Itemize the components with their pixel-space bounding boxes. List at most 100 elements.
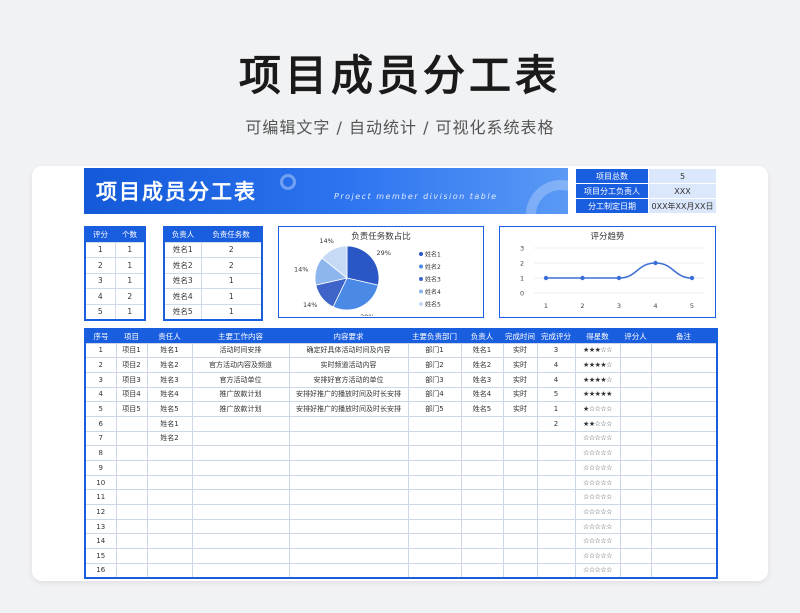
table-cell[interactable] <box>619 489 652 506</box>
table-cell[interactable]: 实时 <box>502 401 538 417</box>
star-rating[interactable]: ☆☆☆☆☆ <box>574 548 621 564</box>
table-cell[interactable]: 姓名2 <box>163 257 202 274</box>
table-cell[interactable] <box>650 371 718 388</box>
table-cell[interactable]: 2 <box>536 415 576 432</box>
table-cell[interactable] <box>407 460 462 476</box>
table-cell[interactable]: 安排好推广的播放时间及时长安排 <box>288 386 409 403</box>
star-rating[interactable]: ★☆☆☆☆ <box>574 401 621 417</box>
table-cell[interactable]: 项目2 <box>115 357 148 373</box>
table-cell[interactable]: 姓名3 <box>460 371 504 388</box>
table-cell[interactable] <box>536 518 576 535</box>
table-cell[interactable] <box>619 357 652 373</box>
table-cell[interactable]: 7 <box>84 430 117 447</box>
table-cell[interactable] <box>191 518 290 535</box>
table-cell[interactable]: 活动时间安排 <box>191 342 290 359</box>
table-cell[interactable] <box>407 548 462 564</box>
table-cell[interactable] <box>619 474 652 491</box>
table-cell[interactable] <box>115 504 148 520</box>
table-cell[interactable] <box>146 533 193 550</box>
star-rating[interactable]: ★★☆☆☆ <box>574 415 621 432</box>
table-cell[interactable] <box>650 386 718 403</box>
table-cell[interactable] <box>650 562 718 579</box>
table-cell[interactable] <box>650 518 718 535</box>
table-cell[interactable] <box>502 533 538 550</box>
table-cell[interactable]: 姓名3 <box>146 371 193 388</box>
table-cell[interactable] <box>191 562 290 579</box>
table-cell[interactable] <box>146 445 193 461</box>
table-cell[interactable]: 安排好推广的播放时间及时长安排 <box>288 401 409 417</box>
table-cell[interactable]: 1 <box>84 342 117 359</box>
table-cell[interactable] <box>146 489 193 506</box>
table-cell[interactable] <box>502 460 538 476</box>
table-cell[interactable] <box>460 430 504 447</box>
table-cell[interactable]: 官方活动单位 <box>191 371 290 388</box>
table-cell[interactable] <box>407 533 462 550</box>
table-cell[interactable] <box>460 445 504 461</box>
table-cell[interactable] <box>191 489 290 506</box>
table-cell[interactable] <box>146 548 193 564</box>
star-rating[interactable]: ☆☆☆☆☆ <box>574 445 621 461</box>
table-cell[interactable] <box>460 489 504 506</box>
table-cell[interactable]: 14 <box>84 533 117 550</box>
table-cell[interactable] <box>407 445 462 461</box>
table-cell[interactable] <box>460 415 504 432</box>
table-cell[interactable] <box>191 460 290 476</box>
table-cell[interactable] <box>288 504 409 520</box>
table-cell[interactable] <box>460 504 504 520</box>
table-cell[interactable] <box>460 533 504 550</box>
table-cell[interactable] <box>407 562 462 579</box>
star-rating[interactable]: ☆☆☆☆☆ <box>574 489 621 506</box>
table-cell[interactable] <box>619 562 652 579</box>
table-cell[interactable] <box>536 533 576 550</box>
table-cell[interactable]: 5 <box>536 386 576 403</box>
table-cell[interactable]: 13 <box>84 518 117 535</box>
table-cell[interactable] <box>115 415 148 432</box>
info-value[interactable]: 5 <box>648 168 717 184</box>
table-cell[interactable] <box>502 415 538 432</box>
table-cell[interactable] <box>288 460 409 476</box>
table-cell[interactable]: 16 <box>84 562 117 579</box>
info-value[interactable]: XXX <box>648 183 717 199</box>
table-cell[interactable]: 2 <box>200 241 263 258</box>
table-cell[interactable] <box>536 489 576 506</box>
star-rating[interactable]: ★★★☆☆ <box>574 342 621 359</box>
table-cell[interactable]: 姓名4 <box>163 288 202 305</box>
table-cell[interactable] <box>115 518 148 535</box>
table-cell[interactable] <box>502 518 538 535</box>
table-cell[interactable] <box>288 489 409 506</box>
table-cell[interactable] <box>536 474 576 491</box>
table-cell[interactable]: 9 <box>84 460 117 476</box>
table-cell[interactable]: 4 <box>84 288 116 305</box>
table-cell[interactable] <box>536 504 576 520</box>
table-cell[interactable]: 姓名2 <box>146 430 193 447</box>
table-cell[interactable] <box>619 401 652 417</box>
table-cell[interactable]: 8 <box>84 445 117 461</box>
table-cell[interactable] <box>191 430 290 447</box>
table-cell[interactable] <box>502 562 538 579</box>
table-cell[interactable] <box>288 548 409 564</box>
table-cell[interactable]: 安排好官方活动的单位 <box>288 371 409 388</box>
table-cell[interactable]: 姓名1 <box>163 241 202 258</box>
table-cell[interactable] <box>146 562 193 579</box>
table-cell[interactable]: 1 <box>114 303 146 320</box>
table-cell[interactable] <box>407 504 462 520</box>
table-cell[interactable]: 1 <box>200 272 263 289</box>
table-cell[interactable] <box>619 386 652 403</box>
table-cell[interactable] <box>288 415 409 432</box>
table-cell[interactable] <box>502 445 538 461</box>
table-cell[interactable]: 确定好具体活动时间及内容 <box>288 342 409 359</box>
table-cell[interactable] <box>407 489 462 506</box>
table-cell[interactable] <box>619 504 652 520</box>
star-rating[interactable]: ☆☆☆☆☆ <box>574 504 621 520</box>
table-cell[interactable]: 实时 <box>502 342 538 359</box>
table-cell[interactable]: 项目3 <box>115 371 148 388</box>
table-cell[interactable]: 部门2 <box>407 357 462 373</box>
table-cell[interactable]: 2 <box>84 357 117 373</box>
table-cell[interactable] <box>650 401 718 417</box>
star-rating[interactable]: ☆☆☆☆☆ <box>574 474 621 491</box>
star-rating[interactable]: ★★★★★ <box>574 386 621 403</box>
table-cell[interactable] <box>288 430 409 447</box>
table-cell[interactable]: 推广放款计划 <box>191 386 290 403</box>
table-cell[interactable] <box>536 548 576 564</box>
table-cell[interactable]: 2 <box>114 288 146 305</box>
